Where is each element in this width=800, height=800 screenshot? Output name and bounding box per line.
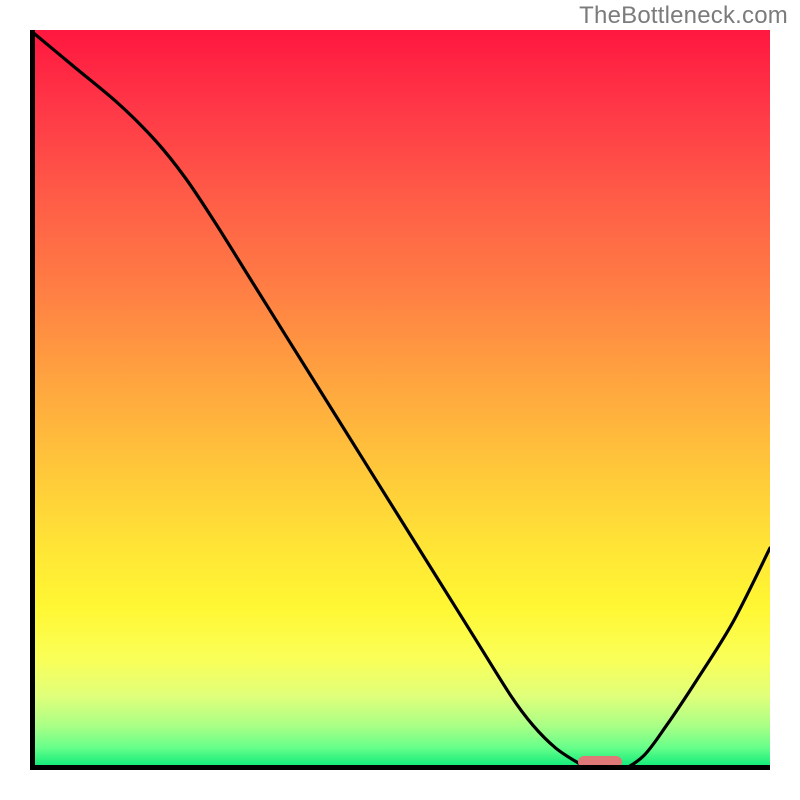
watermark-text: TheBottleneck.com bbox=[579, 2, 788, 30]
chart-area bbox=[30, 30, 770, 770]
curve-path bbox=[30, 30, 770, 770]
bottleneck-curve bbox=[30, 30, 770, 770]
chart-wrap: TheBottleneck.com bbox=[0, 0, 800, 800]
optimal-marker bbox=[578, 756, 622, 768]
